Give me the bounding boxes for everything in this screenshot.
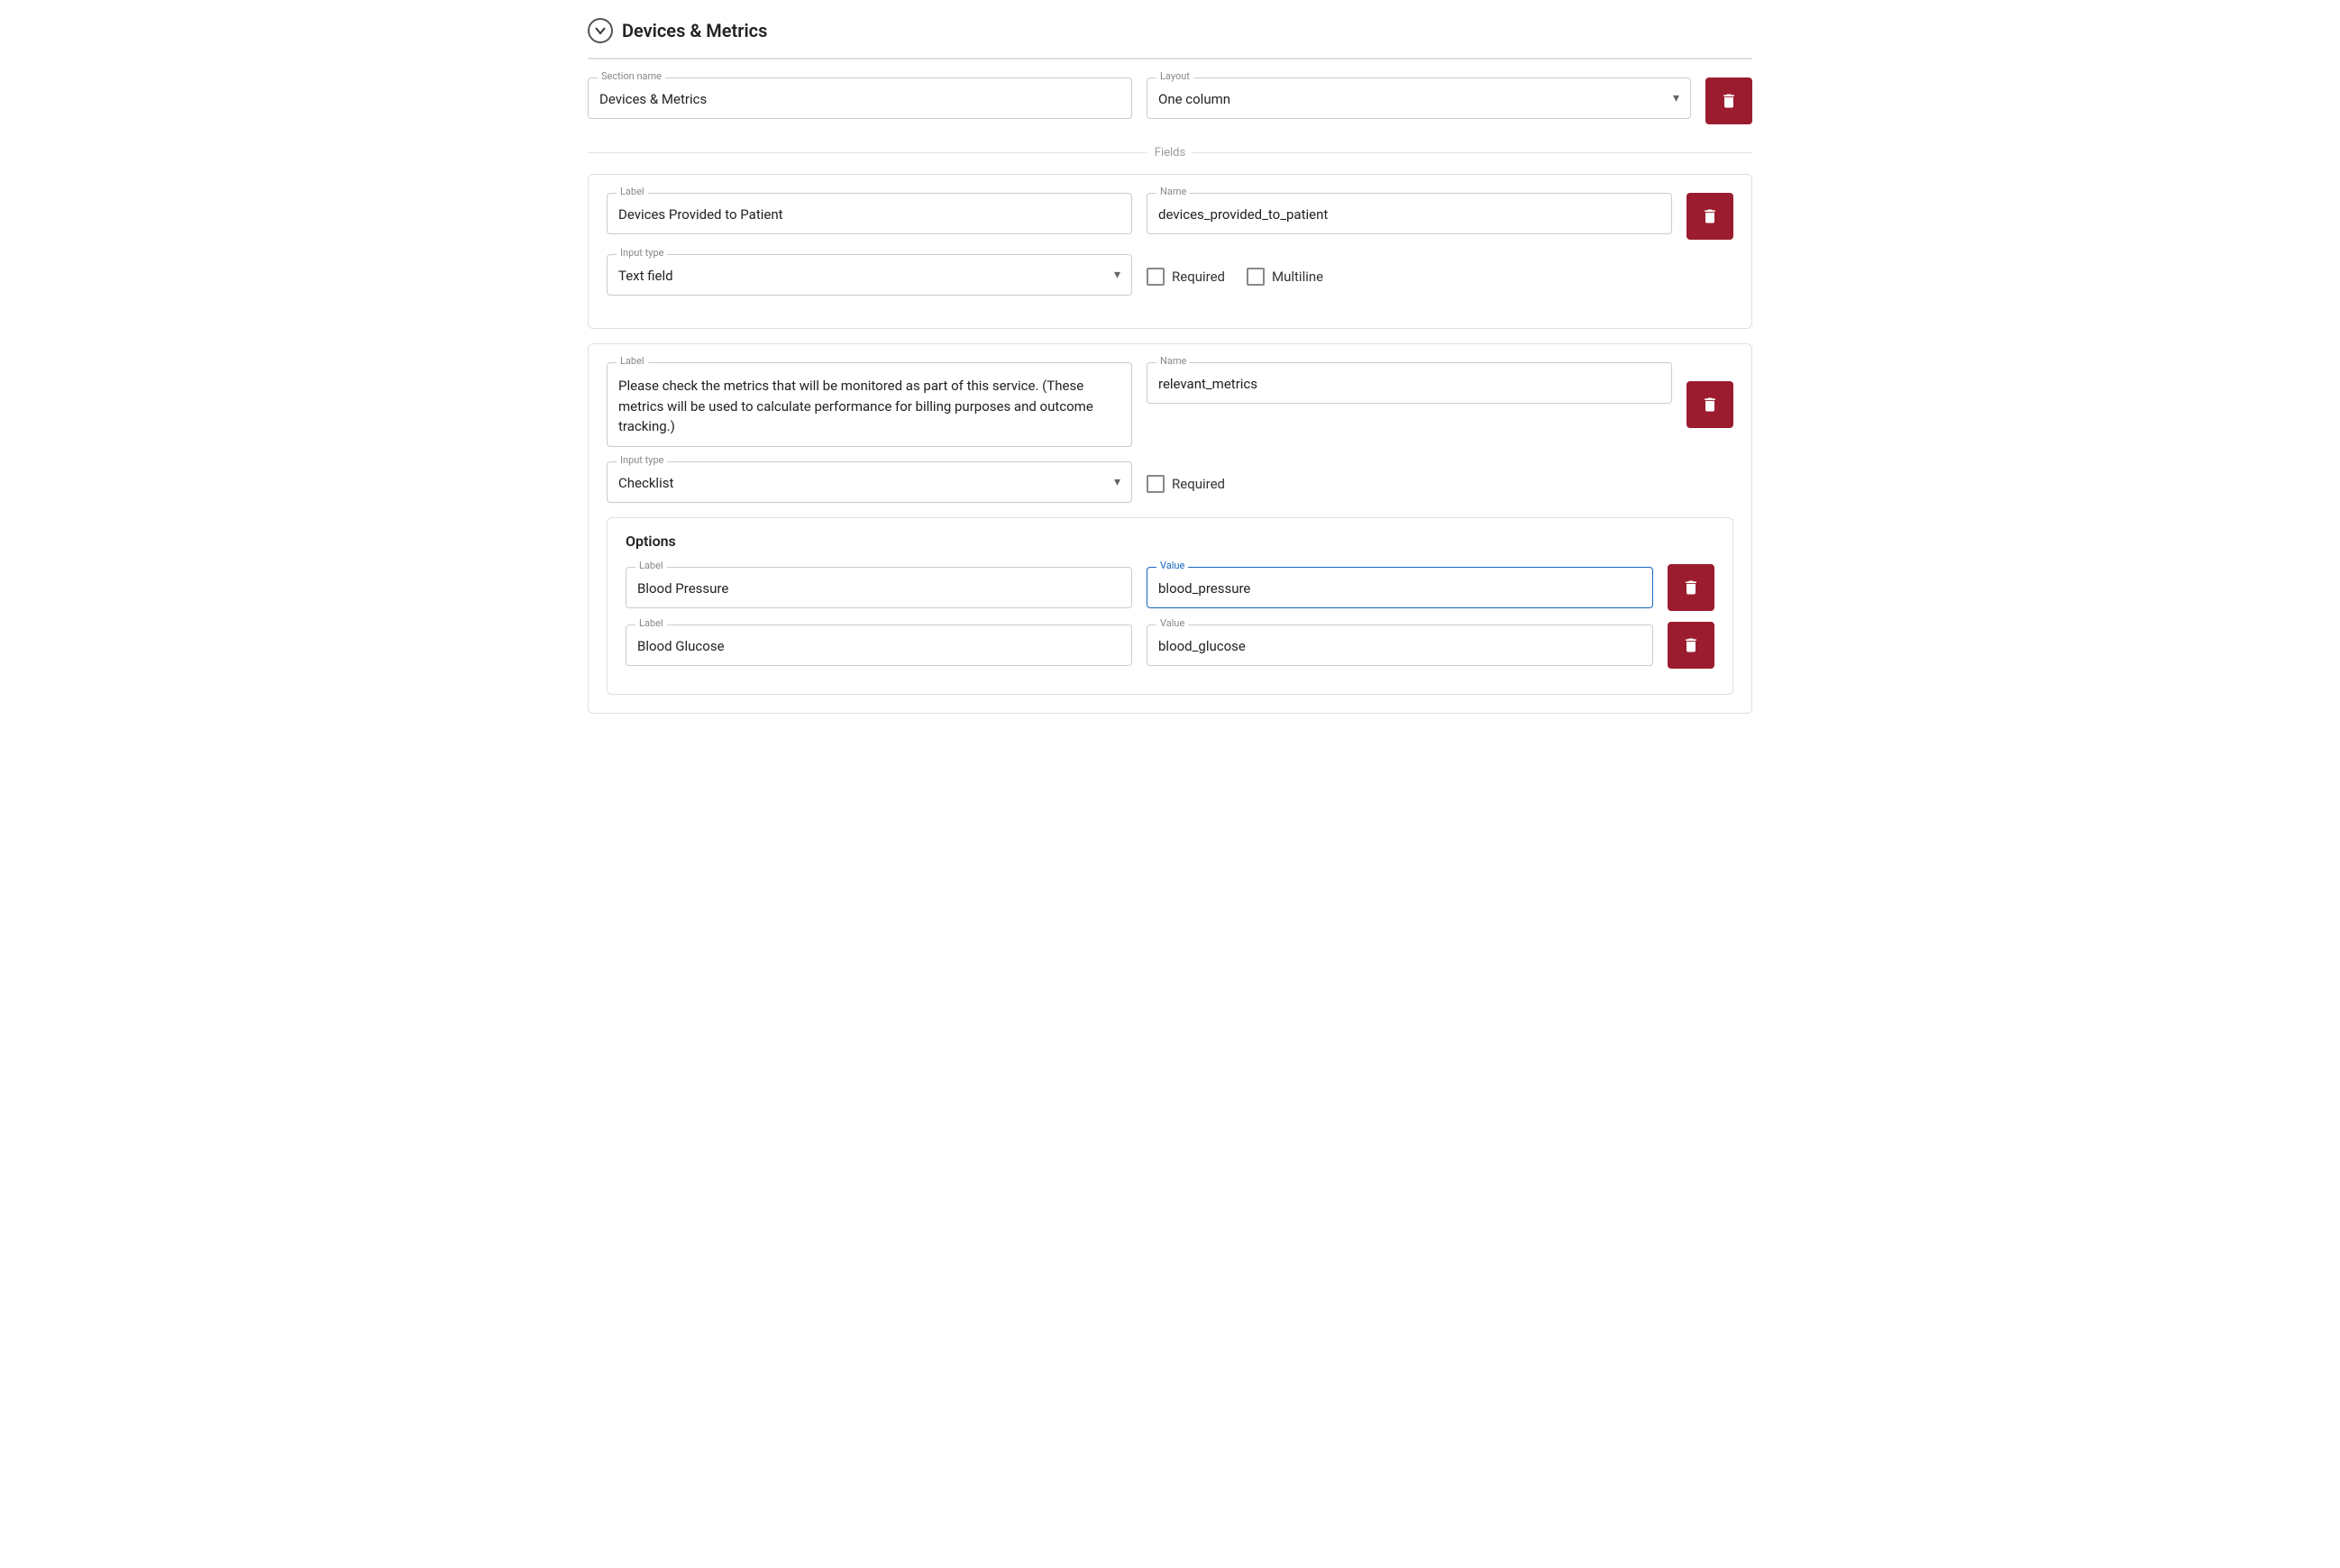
field2-label-label: Label [617,355,648,367]
layout-select[interactable]: Layout One column ▾ [1147,77,1691,119]
field1-input-type-select[interactable]: Input type Text field ▾ [607,254,1132,296]
option1-label-wrapper: Label Blood Pressure [626,567,1132,608]
field1-checkboxes: Required Multiline [1147,264,1672,286]
option2-value-group: Value blood_glucose [1147,624,1653,666]
fields-section-label: Fields [588,146,1752,160]
section-header: Devices & Metrics [588,18,1752,59]
section-name-value[interactable]: Devices & Metrics [599,91,1120,109]
field2-delete-button[interactable] [1686,381,1733,428]
field1-label-value[interactable]: Devices Provided to Patient [618,206,1120,224]
field2-label-value[interactable]: Please check the metrics that will be mo… [618,376,1120,437]
top-section: Section name Devices & Metrics Layout On… [588,77,1752,124]
section-name-field: Section name Devices & Metrics [588,77,1132,119]
option2-label-wrapper: Label Blood Glucose [626,624,1132,666]
option1-delete-button[interactable] [1668,564,1714,611]
section-name-label: Section name [598,70,665,82]
field1-required-checkbox[interactable]: Required [1147,268,1225,286]
field2-top-row: Label Please check the metrics that will… [607,362,1733,447]
options-title: Options [626,533,1714,550]
field2-dropdown-arrow: ▾ [1114,475,1120,489]
field2-name-value[interactable]: relevant_metrics [1158,376,1660,394]
field1-name-value[interactable]: devices_provided_to_patient [1158,206,1660,224]
field2-input-type-value: Checklist [618,475,1095,493]
field2-input-type-label: Input type [617,454,667,466]
option1-value-group: Value blood_pressure [1147,567,1653,608]
field1-delete-button[interactable] [1686,193,1733,240]
option1-label-label: Label [635,560,667,571]
field1-name-group: Name devices_provided_to_patient [1147,193,1672,234]
option2-label-value[interactable]: Blood Glucose [637,638,1120,656]
field2-name-wrapper: Name relevant_metrics [1147,362,1672,404]
field1-required-label: Required [1172,269,1225,285]
layout-value: One column [1158,91,1654,109]
layout-dropdown-arrow: ▾ [1673,91,1679,105]
field1-input-type-group: Input type Text field ▾ [607,254,1132,296]
field2-input-type-select[interactable]: Input type Checklist ▾ [607,461,1132,503]
field2-checkboxes: Required [1147,471,1672,493]
field2-required-label: Required [1172,476,1225,492]
field1-label-wrapper: Label Devices Provided to Patient [607,193,1132,234]
option1-value-wrapper: Value blood_pressure [1147,567,1653,608]
field2-label-group: Label Please check the metrics that will… [607,362,1132,447]
section-delete-button[interactable] [1705,77,1752,124]
layout-group: Layout One column ▾ [1147,77,1691,119]
page-container: Devices & Metrics Section name Devices &… [566,0,1774,746]
field-card-2: Label Please check the metrics that will… [588,343,1752,714]
option-row-1: Label Blood Pressure Value blood_pressur… [626,564,1714,611]
option2-value-value[interactable]: blood_glucose [1158,638,1641,656]
field1-input-type-label: Input type [617,247,667,259]
field1-top-row: Label Devices Provided to Patient Name d… [607,193,1733,240]
option2-label-group: Label Blood Glucose [626,624,1132,666]
field1-required-box[interactable] [1147,268,1165,286]
field2-name-group: Name relevant_metrics [1147,362,1672,404]
option1-label-group: Label Blood Pressure [626,567,1132,608]
option1-value-label: Value [1156,560,1188,571]
option2-value-wrapper: Value blood_glucose [1147,624,1653,666]
field2-input-type-group: Input type Checklist ▾ [607,461,1132,503]
field1-dropdown-arrow: ▾ [1114,268,1120,282]
option2-value-label: Value [1156,617,1188,629]
section-config-row: Section name Devices & Metrics Layout On… [588,77,1752,124]
option2-label-label: Label [635,617,667,629]
field2-required-box[interactable] [1147,475,1165,493]
field1-name-wrapper: Name devices_provided_to_patient [1147,193,1672,234]
field1-label-label: Label [617,186,648,197]
option1-value-value[interactable]: blood_pressure [1158,580,1641,598]
field1-multiline-checkbox[interactable]: Multiline [1247,268,1323,286]
field2-name-label: Name [1156,355,1190,367]
field2-label-wrapper: Label Please check the metrics that will… [607,362,1132,447]
options-section: Options Label Blood Pressure Value blood… [607,517,1733,695]
field1-multiline-box[interactable] [1247,268,1265,286]
field-card-1: Label Devices Provided to Patient Name d… [588,174,1752,329]
field2-bottom-row: Input type Checklist ▾ Required [607,461,1733,503]
collapse-toggle[interactable] [588,18,613,43]
option2-delete-button[interactable] [1668,622,1714,669]
option1-label-value[interactable]: Blood Pressure [637,580,1120,598]
field1-bottom-row: Input type Text field ▾ Required Multili… [607,254,1733,296]
field1-label-group: Label Devices Provided to Patient [607,193,1132,234]
section-header-title: Devices & Metrics [622,20,767,41]
option-row-2: Label Blood Glucose Value blood_glucose [626,622,1714,669]
field1-name-label: Name [1156,186,1190,197]
field1-input-type-value: Text field [618,268,1095,286]
field2-required-checkbox[interactable]: Required [1147,475,1225,493]
field1-multiline-label: Multiline [1272,269,1323,285]
layout-label: Layout [1156,70,1193,82]
section-name-group: Section name Devices & Metrics [588,77,1132,119]
